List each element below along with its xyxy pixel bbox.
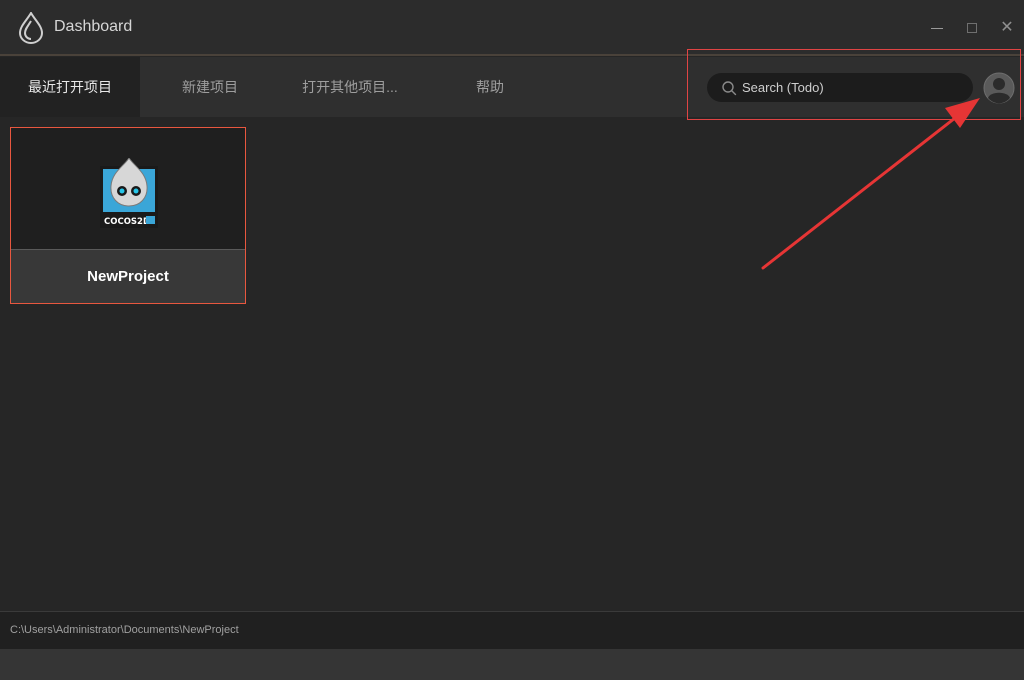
title-bar: Dashboard ✕	[0, 0, 1024, 56]
project-name: NewProject	[11, 250, 245, 303]
minimize-button[interactable]	[925, 16, 949, 40]
tab-help[interactable]: 帮助	[420, 57, 560, 117]
dashboard-window: Dashboard ✕ 最近打开项目 新建项目 打开其他项目... 帮助 Sea…	[0, 0, 1024, 680]
tab-open-other-project[interactable]: 打开其他项目...	[280, 57, 420, 117]
app-logo-icon	[18, 12, 44, 44]
bottom-strip	[0, 649, 1024, 680]
project-path-text: C:\Users\Administrator\Documents\NewProj…	[10, 624, 239, 636]
tab-new-project[interactable]: 新建项目	[140, 57, 280, 117]
window-title: Dashboard	[54, 18, 133, 35]
project-thumbnail: COCOS2D	[11, 128, 245, 250]
maximize-button[interactable]	[960, 16, 984, 40]
close-button[interactable]: ✕	[995, 16, 1019, 40]
cocos2d-logo-icon: COCOS2D	[100, 158, 158, 228]
annotation-arrow-icon	[761, 98, 980, 270]
project-card[interactable]: COCOS2D NewProject	[10, 127, 246, 304]
cocos2d-logo-text: COCOS2D	[104, 217, 150, 227]
tab-recent-projects[interactable]: 最近打开项目	[0, 57, 140, 117]
status-bar: C:\Users\Administrator\Documents\NewProj…	[0, 611, 1024, 649]
